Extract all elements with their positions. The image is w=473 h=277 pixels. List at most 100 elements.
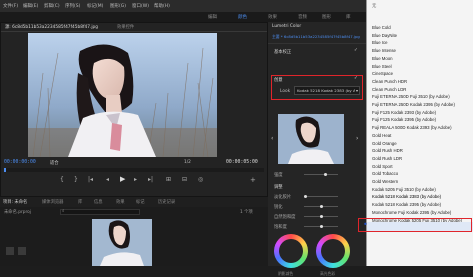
menu-window[interactable]: 窗口(W): [132, 3, 149, 9]
play-icon[interactable]: ▶: [120, 175, 125, 183]
search-icon: ⌕: [62, 209, 65, 214]
tab-effect-controls[interactable]: 效果控件: [117, 24, 134, 30]
dropdown-item[interactable]: Gold Orange: [372, 141, 397, 146]
dropdown-item[interactable]: Gold Western: [372, 179, 398, 184]
saturation-label: 饱和度: [274, 225, 287, 230]
dropdown-item-none[interactable]: 无: [372, 3, 376, 9]
dropdown-item[interactable]: Blue Steel: [372, 64, 392, 69]
dropdown-item[interactable]: Gold Sport: [372, 164, 393, 169]
dropdown-item[interactable]: Clean Punch LDR: [372, 87, 406, 92]
dropdown-item[interactable]: Monochrome Fuji Kodak 2395 (by Adobe): [372, 210, 451, 215]
preview-next-icon[interactable]: ›: [356, 135, 358, 142]
go-to-out-icon[interactable]: ▸|: [148, 176, 153, 183]
dropdown-item[interactable]: Kodak 5218 Kodak 2395 (by Adobe): [372, 202, 441, 207]
intensity-label: 强度: [274, 173, 283, 178]
saturation-slider-knob[interactable]: [320, 225, 323, 228]
selected-item-highlight-box: [358, 218, 472, 232]
bottom-tab-bar: 项目: 未命名 媒体浏览器 库 信息 效果 标记 历史记录: [0, 197, 268, 207]
playhead[interactable]: [4, 168, 6, 172]
source-preview-image: [28, 33, 217, 157]
faded-film-label: 淡化胶片: [274, 195, 292, 200]
menu-file[interactable]: 文件(F): [3, 3, 18, 9]
fit-dropdown[interactable]: 适合: [50, 160, 59, 166]
faded-film-slider-knob[interactable]: [304, 195, 307, 198]
dropdown-item[interactable]: Fuji REALA 500D Kodak 2393 (by Adobe): [372, 125, 452, 130]
workspace-tab-edit[interactable]: 编辑: [208, 14, 217, 20]
dropdown-item[interactable]: Blue Intense: [372, 48, 396, 53]
shadow-tint-wheel[interactable]: [274, 234, 308, 268]
source-timecode-duration: 00:00:05:00: [226, 160, 258, 165]
dropdown-item[interactable]: Blue Ice: [372, 40, 388, 45]
menu-marker[interactable]: 标记(M): [87, 3, 103, 9]
lumetri-color-panel: Lumetri Color 主要 * 6c8d5b11b53a2234585f4…: [268, 22, 366, 276]
menu-sequence[interactable]: 序列(S): [65, 3, 80, 9]
dropdown-item[interactable]: Gold Rush LDR: [372, 156, 402, 161]
dropdown-item[interactable]: Gold Rush HDR: [372, 148, 403, 153]
lumetri-clip-label[interactable]: 主要 * 6c8d5b11b53a2234585f47f45b8f47.jpg: [272, 34, 362, 40]
lumetri-title[interactable]: Lumetri Color: [272, 24, 301, 29]
dropdown-item[interactable]: Fuji ETERNA 250D Fuji 3510 (by Adobe): [372, 94, 450, 99]
intensity-slider-knob[interactable]: [324, 173, 327, 176]
list-view-icon[interactable]: [6, 247, 14, 255]
tab-libraries[interactable]: 库: [78, 199, 82, 205]
source-timecode-current: 00:00:00:00: [4, 160, 36, 165]
add-button-icon[interactable]: +: [250, 176, 256, 184]
menu-edit[interactable]: 编辑(E): [23, 3, 38, 9]
dropdown-item[interactable]: Fuji F125 Kodak 2393 (by Adobe): [372, 110, 436, 115]
mark-out-icon[interactable]: }: [74, 176, 78, 183]
dropdown-item[interactable]: Fuji ETERNA 250D Kodak 2395 (by Adobe): [372, 102, 455, 107]
highlight-tint-label: 高光色彩: [320, 271, 336, 276]
dropdown-item[interactable]: Gold Heat: [372, 133, 391, 138]
overwrite-icon[interactable]: ⊟: [182, 176, 187, 183]
insert-icon[interactable]: ⊞: [166, 176, 171, 183]
dropdown-item[interactable]: Kodak 5205 Fuji 3510 (by Adobe): [372, 187, 436, 192]
project-panel: 未命名.prproj ⌕ 1 个项: [0, 207, 268, 266]
vibrance-slider-knob[interactable]: [320, 215, 323, 218]
section-basic-toggle-icon[interactable]: ✓: [354, 48, 358, 53]
preview-prev-icon[interactable]: ‹: [271, 135, 273, 142]
workspace-tab-effects[interactable]: 效果: [268, 14, 277, 20]
sharpen-slider-knob[interactable]: [320, 205, 323, 208]
highlight-tint-wheel[interactable]: [316, 234, 350, 268]
source-scrubber[interactable]: [4, 168, 264, 172]
tab-effects[interactable]: 效果: [116, 199, 125, 205]
section-basic-correction[interactable]: 基本校正: [274, 49, 291, 55]
menu-help[interactable]: 帮助(H): [154, 3, 170, 9]
search-input[interactable]: [60, 209, 140, 215]
workspace-tab-library[interactable]: 库: [346, 14, 351, 20]
go-to-in-icon[interactable]: |◂: [88, 176, 93, 183]
dropdown-item[interactable]: Kodak 5218 Kodak 2383 (by Adobe): [372, 194, 441, 199]
intensity-slider[interactable]: [304, 174, 338, 175]
workspace-tab-graphics[interactable]: 图形: [322, 14, 331, 20]
tab-history[interactable]: 历史记录: [158, 199, 175, 205]
tab-media-browser[interactable]: 媒体浏览器: [42, 199, 63, 205]
shadow-tint-label: 阴影减色: [278, 271, 294, 276]
workspace-tab-audio[interactable]: 音频: [298, 14, 307, 20]
dropdown-item[interactable]: Blue Cold: [372, 25, 391, 30]
item-count: 1 个项: [240, 210, 253, 215]
tab-info[interactable]: 信息: [94, 199, 103, 205]
dropdown-item[interactable]: Blue DayNite: [372, 33, 397, 38]
grid-view-icon[interactable]: [18, 247, 26, 255]
step-forward-icon[interactable]: ▸: [134, 176, 137, 183]
dropdown-item[interactable]: Clean Punch HDR: [372, 79, 407, 84]
menu-graphics[interactable]: 图形(G): [110, 3, 126, 9]
project-item-thumbnail[interactable]: [92, 219, 152, 266]
step-back-icon[interactable]: ◂: [106, 176, 109, 183]
dropdown-item[interactable]: Blue Moon: [372, 56, 393, 61]
dropdown-item[interactable]: Fuji F125 Kodak 2395 (by Adobe): [372, 117, 436, 122]
dropdown-item[interactable]: CineSpace: [372, 71, 393, 76]
look-highlight-box: [271, 75, 363, 100]
tab-source[interactable]: 源: 6c8d5b11b53a2234585f47f45b8f47.jpg: [5, 24, 98, 30]
resolution-dropdown[interactable]: 1/2: [184, 160, 191, 165]
tab-markers[interactable]: 标记: [136, 199, 145, 205]
look-preview-thumbnail[interactable]: [278, 114, 344, 164]
tab-project[interactable]: 项目: 未命名: [3, 199, 27, 205]
dropdown-item[interactable]: Gold Tobacco: [372, 171, 398, 176]
adjust-section-label[interactable]: 调整: [274, 184, 283, 190]
transport-controls: { } |◂ ◂ ▶ ▸ ▸| ⊞ ⊟ ◎: [60, 175, 210, 186]
menu-clip[interactable]: 剪辑(C): [44, 3, 60, 9]
export-frame-icon[interactable]: ◎: [198, 176, 203, 183]
mark-in-icon[interactable]: {: [60, 176, 64, 183]
workspace-tab-color[interactable]: 颜色: [238, 14, 247, 20]
